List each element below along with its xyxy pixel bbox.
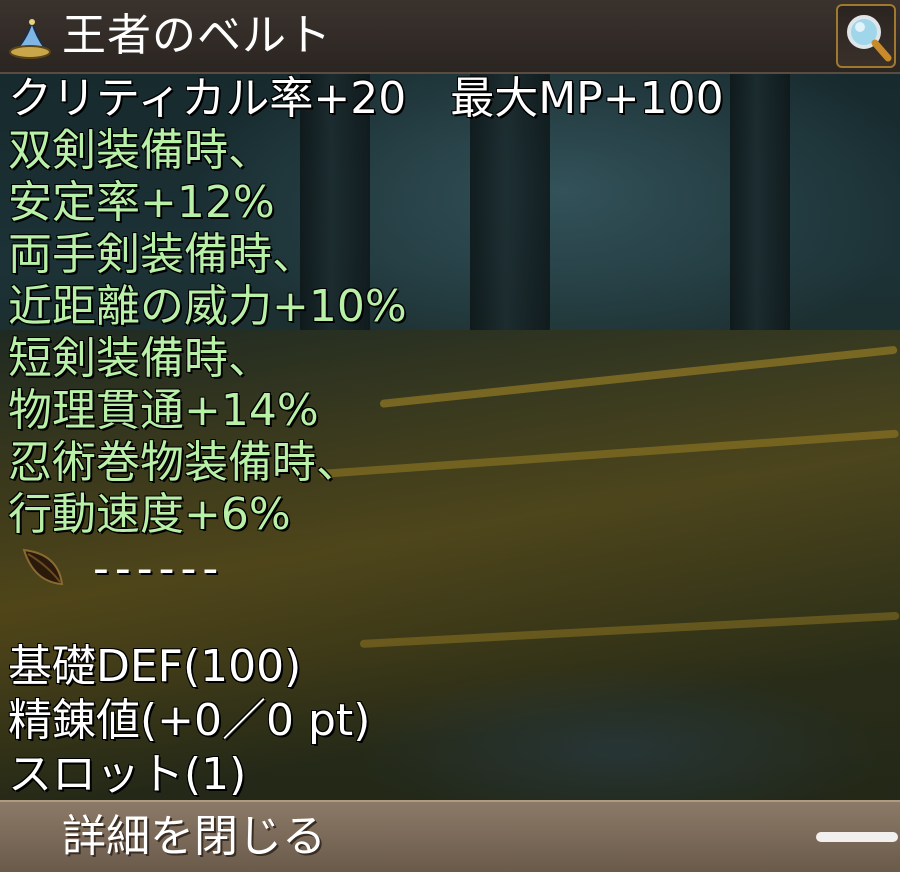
effect-line: 両手剣装備時、 <box>8 229 316 280</box>
magnifier-icon <box>847 15 892 62</box>
leaf-icon <box>22 548 64 586</box>
close-details-button[interactable]: 詳細を閉じる <box>0 800 900 872</box>
base-info-line: 基礎DEF(100) <box>8 641 302 692</box>
stats-header: クリティカル率+20 最大MP+100 <box>8 73 724 124</box>
title-bar: 王者のベルト <box>0 0 900 74</box>
base-info-line: スロット(1) <box>8 749 247 800</box>
effect-line: 短剣装備時、 <box>8 333 272 384</box>
effect-line: 物理貫通+14% <box>8 385 319 436</box>
divider: ------ <box>8 542 408 596</box>
search-button[interactable] <box>836 4 896 68</box>
effect-line: 忍術巻物装備時、 <box>8 437 360 488</box>
effect-line: 安定率+12% <box>8 177 275 228</box>
scroll-indicator <box>816 832 898 842</box>
effect-line: 行動速度+6% <box>8 489 291 540</box>
close-details-label: 詳細を閉じる <box>62 811 326 862</box>
effect-line: 近距離の威力+10% <box>8 281 407 332</box>
item-title: 王者のベルト <box>62 10 332 61</box>
wizard-hat-icon <box>6 14 52 60</box>
base-info-line: 精錬値(+0／0 pt) <box>8 695 371 746</box>
divider-dashes: ------ <box>93 543 225 594</box>
effect-line: 双剣装備時、 <box>8 125 272 176</box>
